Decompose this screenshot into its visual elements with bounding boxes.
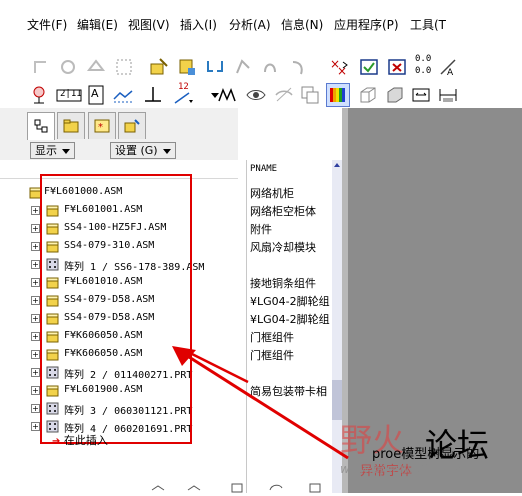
- pname-cell: 网络机柜: [250, 187, 294, 200]
- curve-icon[interactable]: [216, 84, 238, 106]
- dimension-icon[interactable]: [172, 84, 194, 106]
- svg-text:A: A: [91, 87, 99, 100]
- scroll-up-icon[interactable]: [332, 160, 342, 170]
- model-tree-options-bar: 显示 设置 (G): [0, 140, 238, 160]
- bottom-toolbar-icons[interactable]: [150, 478, 350, 493]
- watermark-url: www.proewildfire.cn: [340, 462, 462, 476]
- menu-insert[interactable]: 插入(I): [180, 16, 217, 33]
- settings-dropdown[interactable]: 设置 (G): [110, 142, 176, 159]
- pname-column-header[interactable]: PNAME: [250, 164, 277, 174]
- menu-tools[interactable]: 工具(T: [410, 16, 446, 33]
- checkbox-display-icon[interactable]: [358, 56, 380, 78]
- shell-icon[interactable]: [85, 56, 107, 78]
- tree-expander[interactable]: +: [31, 404, 40, 413]
- menu-bar: 文件(F) 编辑(E) 视图(V) 插入(I) 分析(A) 信息(N) 应用程序…: [0, 0, 522, 44]
- pname-cell: 风扇冷却模块: [250, 241, 316, 254]
- shaded-icon[interactable]: [384, 84, 406, 106]
- note-icon[interactable]: A: [86, 84, 108, 106]
- menu-info[interactable]: 信息(N): [281, 16, 323, 33]
- close-window-icon[interactable]: [386, 56, 408, 78]
- drag-icon[interactable]: [259, 56, 281, 78]
- folder-browser-tab[interactable]: [57, 112, 85, 139]
- measure-icon[interactable]: A: [437, 56, 459, 78]
- menu-view[interactable]: 视图(V): [128, 16, 170, 33]
- fit-window-icon[interactable]: [410, 84, 432, 106]
- constraint-icon[interactable]: [232, 56, 254, 78]
- menu-analysis[interactable]: 分析(A): [229, 16, 271, 33]
- tree-expander[interactable]: +: [31, 278, 40, 287]
- show-dropdown[interactable]: 显示: [30, 142, 75, 159]
- datum-point-icon[interactable]: × ×: [328, 56, 350, 78]
- axis-icon[interactable]: [142, 84, 164, 106]
- layer-badge-label: 2|11: [60, 89, 82, 99]
- pname-cell: 附件: [250, 223, 272, 236]
- toolbar-row-2: 2|11 A 12: [0, 80, 522, 110]
- tree-expander[interactable]: +: [31, 332, 40, 341]
- chevron-down-icon: [162, 148, 171, 154]
- assemble-icon[interactable]: [148, 56, 170, 78]
- menu-applications[interactable]: 应用程序(P): [334, 16, 399, 33]
- favorites-tab[interactable]: *: [88, 112, 116, 139]
- hide-icon[interactable]: [273, 84, 295, 106]
- menu-file[interactable]: 文件(F): [27, 16, 67, 33]
- svg-text:*: *: [98, 122, 103, 133]
- tree-expander[interactable]: +: [31, 386, 40, 395]
- tree-expander[interactable]: +: [31, 422, 40, 431]
- datum-plane-icon[interactable]: [28, 84, 50, 106]
- measure-readout-top: 0.0: [415, 54, 432, 64]
- settings-dropdown-label: 设置 (G): [115, 144, 158, 157]
- tree-expander[interactable]: +: [31, 260, 40, 269]
- tree-expander[interactable]: +: [31, 368, 40, 377]
- sketch-line-icon[interactable]: [112, 84, 134, 106]
- measure-readout-bottom: 0.0: [415, 66, 432, 76]
- connections-tab[interactable]: [118, 112, 146, 139]
- pattern-icon[interactable]: [113, 56, 135, 78]
- insert-arrow-icon: ➔: [52, 436, 61, 447]
- color-appearance-icon[interactable]: [326, 83, 350, 107]
- model-tree-tab[interactable]: [27, 112, 55, 140]
- tree-expander[interactable]: +: [31, 314, 40, 323]
- tree-expander[interactable]: +: [31, 242, 40, 251]
- pname-cell: 接地铜条组件: [250, 277, 316, 290]
- wireframe-icon[interactable]: [357, 84, 379, 106]
- pname-cell: ¥LG04-2脚轮组: [250, 295, 330, 308]
- bottom-toolbar: [150, 478, 350, 493]
- navigator-tab-strip: *: [0, 108, 238, 141]
- tree-expander[interactable]: +: [31, 224, 40, 233]
- tree-expander[interactable]: +: [31, 206, 40, 215]
- toolbar-row-1: × × 0.0 0.0 A: [0, 52, 522, 82]
- chamfer-icon[interactable]: [57, 56, 79, 78]
- copy-view-icon[interactable]: [299, 84, 321, 106]
- pname-cell: ¥LG04-2脚轮组: [250, 313, 330, 326]
- svg-text:A: A: [447, 68, 454, 78]
- create-component-icon[interactable]: [176, 56, 198, 78]
- pname-cell: 网络柜空柜体: [250, 205, 316, 218]
- zoom-width-icon[interactable]: [437, 84, 459, 106]
- insert-here-marker[interactable]: ➔ 在此插入: [52, 432, 108, 448]
- tree-expander[interactable]: +: [31, 350, 40, 359]
- fillet-icon[interactable]: [30, 56, 52, 78]
- insert-here-label: 在此插入: [63, 434, 108, 447]
- menu-edit[interactable]: 编辑(E): [77, 16, 118, 33]
- redo-icon[interactable]: [287, 56, 309, 78]
- chevron-down-icon: [62, 148, 70, 154]
- merge-icon[interactable]: [204, 56, 226, 78]
- tree-expander[interactable]: +: [31, 296, 40, 305]
- show-dropdown-label: 显示: [35, 144, 57, 157]
- annotation-arrow: [172, 346, 349, 460]
- view-eye-icon[interactable]: [245, 84, 267, 106]
